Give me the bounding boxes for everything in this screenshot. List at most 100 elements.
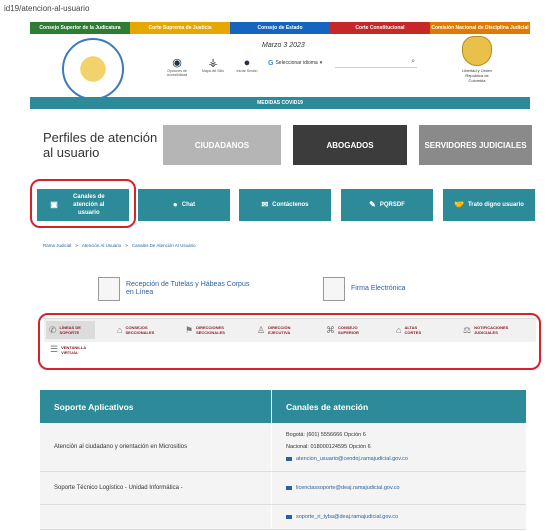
table-row: soporte_ri_tyba@deaj.ramajudicial.gov.co — [40, 505, 526, 530]
person-icon: ♙ — [257, 324, 266, 335]
firma-link[interactable]: Firma Electrónica — [323, 275, 405, 303]
tab-consejos-seccionales[interactable]: ⌂ CONSEJOS SECCIONALES — [117, 321, 165, 339]
accessibility-tool[interactable]: ◉ Opciones de Accesibilidad — [160, 58, 194, 78]
breadcrumb-rama-judicial[interactable]: Rama Judicial — [43, 243, 71, 248]
colombia-shield-logo: Libertad y Orden República de Colombia — [462, 36, 492, 83]
service-cell: Atención al ciudadano y orientación en M… — [40, 423, 272, 471]
channels-cell: soporte_ri_tyba@deaj.ramajudicial.gov.co — [272, 505, 526, 529]
trato-digno-button-label: Trato digno usuario — [467, 202, 524, 208]
search-input[interactable]: ⌕ — [335, 58, 417, 68]
email-link[interactable]: licenciassoporte@deaj.ramajudicial.gov.c… — [286, 482, 526, 494]
login-tool[interactable]: ● Iniciar Sesión — [230, 57, 264, 74]
table-row: Soporte Técnico Logístico - Unidad Infor… — [40, 472, 526, 505]
breadcrumb: Rama Judicial > Atención Al Usuario > Ca… — [43, 243, 196, 248]
tab-ventanilla-virtual[interactable]: ☰ VENTANILLA VIRTUAL — [50, 344, 91, 355]
tab-label: DIRECCIÓN EJECUTIVA — [268, 325, 291, 335]
email-text: licenciassoporte@deaj.ramajudicial.gov.c… — [296, 485, 400, 491]
email-link[interactable]: soporte_ri_tyba@deaj.ramajudicial.gov.co — [286, 511, 526, 523]
rama-judicial-logo[interactable] — [62, 38, 124, 100]
chat-icon: ● — [172, 200, 178, 209]
tutelas-link[interactable]: Recepción de Tutelas y Hábeas Corpus en … — [98, 275, 256, 303]
courthouse-icon: ⌂ — [396, 325, 402, 335]
signature-icon — [323, 277, 345, 301]
pencil-icon: ✎ — [369, 200, 376, 209]
pqrsdf-button-label: PQRSDF — [379, 202, 405, 208]
banner-abogados[interactable]: ABOGADOS — [293, 125, 407, 165]
page-title: Perfiles de atención al usuario — [43, 130, 158, 160]
email-text: atencion_usuario@cendoj.ramajudicial.gov… — [296, 456, 408, 462]
tab-altas-cortes[interactable]: ⌂ ALTAS CORTES — [396, 321, 430, 339]
tab-label: CONSEJOS SECCIONALES — [125, 325, 155, 335]
top-nav-comision-disciplina[interactable]: Comisión Nacional de Disciplina Judicial — [430, 22, 530, 34]
chat-button-label: Chat — [181, 202, 196, 208]
trato-digno-button[interactable]: 🤝 Trato digno usuario — [443, 189, 535, 221]
search-icon[interactable]: ⌕ — [411, 58, 415, 66]
email-text: soporte_ri_tyba@deaj.ramajudicial.gov.co — [296, 514, 399, 520]
covid-bar[interactable]: MEDIDAS COVID19 — [30, 97, 530, 109]
service-cell: Soporte Técnico Logístico - Unidad Infor… — [40, 472, 272, 504]
accessibility-label: Opciones de Accesibilidad — [166, 69, 188, 77]
phone-icon: ✆ — [49, 324, 57, 335]
table-header-cell: Soporte Aplicativos — [40, 390, 272, 423]
phone-line: Nacional: 018000124595 Opción 6 — [286, 444, 371, 450]
top-nav-corte-suprema[interactable]: Corte Suprema de Justicia — [130, 22, 230, 34]
channels-cell: licenciassoporte@deaj.ramajudicial.gov.c… — [272, 472, 526, 504]
google-translate-icon: G — [268, 59, 274, 67]
document-icon — [98, 277, 120, 301]
browser-url[interactable]: id19/atencion-al-usuario — [4, 4, 89, 13]
breadcrumb-sep: > — [75, 243, 78, 248]
top-nav-csj[interactable]: Consejo Superior de la Judicatura — [30, 22, 130, 34]
scales-icon: ⚖ — [463, 324, 472, 335]
language-select[interactable]: G Seleccionar idioma ▾ — [268, 58, 330, 68]
language-select-label: Seleccionar idioma — [275, 60, 318, 66]
contactenos-button[interactable]: ✉ Contáctenos — [239, 189, 331, 221]
support-table: Soporte Aplicativos Canales de atención … — [40, 390, 526, 530]
building-icon: ⌂ — [117, 325, 123, 335]
firma-link-label: Firma Electrónica — [351, 285, 406, 292]
tab-label: ALTAS CORTES — [404, 325, 422, 335]
chevron-down-icon: ▾ — [319, 60, 323, 66]
email-link[interactable]: atencion_usuario@cendoj.ramajudicial.gov… — [286, 453, 526, 465]
breadcrumb-sep: > — [125, 243, 128, 248]
colombia-caption: Libertad y Orden República de Colombia — [462, 68, 492, 83]
pqrsdf-button[interactable]: ✎ PQRSDF — [341, 189, 433, 221]
banner-servidores[interactable]: SERVIDORES JUDICIALES — [419, 125, 532, 165]
tab-label: NOTIFICACIONES JUDICIALES — [474, 325, 509, 335]
chat-button[interactable]: ● Chat — [138, 189, 230, 221]
tab-notificaciones-judiciales[interactable]: ⚖ NOTIFICACIONES JUDICIALES — [463, 321, 526, 339]
envelope-icon — [286, 456, 292, 461]
tutelas-link-label: Recepción de Tutelas y Hábeas Corpus en … — [126, 281, 250, 296]
sitemap-icon: ⚶ — [208, 57, 218, 69]
tab-label: DIRECCIONES SECCIONALES — [196, 325, 225, 335]
table-row: Atención al ciudadano y orientación en M… — [40, 423, 526, 472]
header-date: Marzo 3 2023 — [262, 42, 305, 49]
breadcrumb-atencion[interactable]: Atención Al Usuario — [82, 243, 121, 248]
service-cell — [40, 505, 272, 529]
tab-direccion-ejecutiva[interactable]: ♙ DIRECCIÓN EJECUTIVA — [257, 321, 306, 339]
top-nav-corte-constitucional[interactable]: Corte Constitucional — [330, 22, 430, 34]
tab-label: CONSEJO SUPERIOR — [338, 325, 359, 335]
handshake-icon: 🤝 — [454, 200, 464, 209]
phone-line: Bogotá: (601) 5556666 Opción 6 — [286, 432, 366, 438]
sitemap-label: Mapa del Sitio — [201, 69, 225, 73]
breadcrumb-canales: Canales De Atención Al Usuario — [131, 243, 196, 248]
sitemap-tool[interactable]: ⚶ Mapa del Sitio — [196, 57, 230, 74]
banner-ciudadanos-label: CIUDADANOS — [194, 140, 250, 150]
tab-label: LÍNEAS DE SOPORTE — [59, 325, 81, 335]
flag-icon: ⚑ — [185, 324, 194, 335]
channels-cell: Bogotá: (601) 5556666 Opción 6 Nacional:… — [272, 423, 526, 471]
tab-direcciones-seccionales[interactable]: ⚑ DIRECCIONES SECCIONALES — [185, 321, 240, 339]
coat-of-arms-icon — [462, 36, 492, 66]
highlight-canales — [30, 179, 136, 228]
top-nav-consejo-estado[interactable]: Consejo de Estado — [230, 22, 330, 34]
banner-servidores-label: SERVIDORES JUDICIALES — [424, 140, 527, 150]
envelope-icon — [286, 514, 292, 519]
banner-ciudadanos[interactable]: CIUDADANOS — [163, 125, 281, 165]
table-header-cell: Canales de atención — [286, 401, 369, 412]
window-icon: ☰ — [50, 344, 59, 354]
banner-abogados-label: ABOGADOS — [326, 140, 374, 150]
envelope-icon — [286, 485, 292, 490]
user-icon: ● — [243, 57, 251, 69]
tab-consejo-superior[interactable]: ⌘ CONSEJO SUPERIOR — [326, 321, 372, 339]
tab-lineas-soporte[interactable]: ✆ LÍNEAS DE SOPORTE — [46, 321, 95, 339]
